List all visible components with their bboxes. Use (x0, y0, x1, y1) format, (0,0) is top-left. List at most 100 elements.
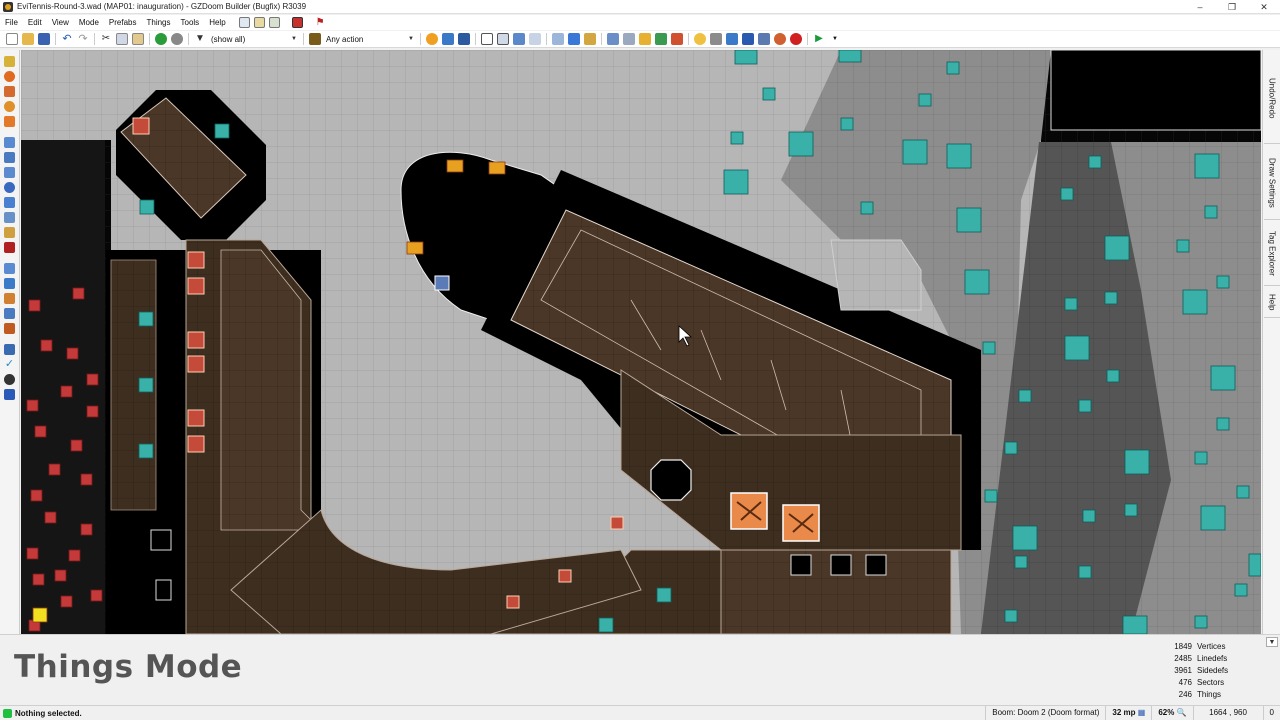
sky-icon[interactable] (742, 33, 754, 45)
thing-teal-big[interactable] (964, 269, 990, 295)
thing-teal-big[interactable] (1064, 335, 1090, 361)
map-viewport[interactable] (21, 50, 1261, 634)
undo-icon[interactable]: ↶ (61, 33, 73, 45)
thing-teal[interactable] (138, 377, 154, 393)
thing-item[interactable] (488, 161, 506, 175)
insert-thing-icon[interactable] (155, 33, 167, 45)
thing-red[interactable] (187, 331, 205, 349)
things-filter-select[interactable]: (show all) ▼ (208, 33, 300, 46)
thing-red[interactable] (70, 439, 83, 452)
thing-teal[interactable] (1060, 187, 1074, 201)
auto-merge-icon[interactable] (529, 33, 541, 45)
zoom-level[interactable]: 62% 🔍 (1151, 706, 1192, 720)
thing-teal[interactable] (1216, 417, 1230, 431)
thing-teal-big[interactable] (956, 207, 982, 233)
slope-icon[interactable] (4, 323, 15, 334)
thing-teal-big[interactable] (1194, 153, 1220, 179)
tab-help[interactable]: Help (1264, 288, 1280, 318)
black-sector[interactable] (1050, 50, 1261, 131)
tab-draw-settings[interactable]: Draw Settings (1264, 146, 1280, 220)
collapse-panel-button[interactable]: ▼ (1266, 637, 1278, 647)
thing-tool-icon[interactable] (4, 182, 15, 193)
thing-teal-big[interactable] (1200, 505, 1226, 531)
bridge-icon[interactable] (4, 212, 15, 223)
linedefs-mode-icon[interactable] (623, 33, 635, 45)
stop-icon[interactable] (790, 33, 802, 45)
thing-item[interactable] (446, 159, 464, 173)
thing-teal-big[interactable] (902, 139, 928, 165)
draw-curve-icon[interactable] (4, 71, 15, 82)
action-filter-select[interactable]: Any action ▼ (323, 33, 417, 46)
thing-teal-big[interactable] (1012, 525, 1038, 551)
rotate-icon[interactable] (4, 278, 15, 289)
sector-tool-icon[interactable] (4, 167, 15, 178)
thing-player-start[interactable] (32, 607, 48, 623)
thing-teal[interactable] (1204, 205, 1218, 219)
align-icon[interactable] (4, 293, 15, 304)
thing-red[interactable] (40, 339, 53, 352)
game-config-label[interactable]: Boom: Doom 2 (Doom format) (985, 706, 1105, 720)
tab-undo-redo[interactable]: Undo/Redo (1264, 54, 1280, 144)
thing-teal[interactable] (860, 201, 874, 215)
copy-icon[interactable] (116, 33, 128, 45)
thing-teal[interactable] (1014, 555, 1028, 569)
thing-teal[interactable] (1078, 399, 1092, 413)
sectors-mode-icon[interactable] (639, 33, 651, 45)
thing-teal[interactable] (139, 199, 155, 215)
map-canvas[interactable] (21, 50, 1261, 634)
thing-red[interactable] (506, 595, 520, 609)
thing-teal[interactable] (1194, 451, 1208, 465)
thing-red[interactable] (68, 549, 81, 562)
thing-red[interactable] (66, 347, 79, 360)
new-map-icon[interactable] (6, 33, 18, 45)
info-icon[interactable] (758, 33, 770, 45)
thing-teal[interactable] (1004, 441, 1018, 455)
models-icon[interactable] (710, 33, 722, 45)
thing-item[interactable] (406, 241, 424, 255)
visual-mode-icon[interactable] (671, 33, 683, 45)
thing-red[interactable] (54, 569, 67, 582)
thing-red[interactable] (187, 435, 205, 453)
thing-red[interactable] (86, 373, 99, 386)
thing-teal[interactable] (214, 123, 230, 139)
delete-thing-icon[interactable] (171, 33, 183, 45)
grid-setup-icon[interactable] (497, 33, 509, 45)
thing-red[interactable] (72, 287, 85, 300)
record-icon[interactable] (291, 17, 303, 28)
thing-red[interactable] (32, 573, 45, 586)
thing-teal[interactable] (1176, 239, 1190, 253)
thing-teal[interactable] (1064, 297, 1078, 311)
vertex-tool-icon[interactable] (4, 137, 15, 148)
thing-blue[interactable] (434, 275, 450, 291)
thing-teal-big[interactable] (788, 131, 814, 157)
thing-red[interactable] (34, 425, 47, 438)
thing-teal[interactable] (1234, 583, 1248, 597)
menu-edit[interactable]: Edit (23, 15, 47, 30)
rectangle-icon[interactable] (481, 33, 493, 45)
thing-red[interactable] (60, 385, 73, 398)
thing-teal[interactable] (946, 61, 960, 75)
flip-icon[interactable] (4, 263, 15, 274)
play-icon[interactable]: ▶ (813, 33, 825, 45)
thing-red[interactable] (60, 595, 73, 608)
draw-lines-icon[interactable] (4, 56, 15, 67)
grid-size[interactable]: 32 mp ▦ (1105, 706, 1151, 720)
draw-ellipse-icon[interactable] (4, 101, 15, 112)
thing-teal[interactable] (598, 617, 614, 633)
open-map-icon[interactable] (22, 33, 34, 45)
thing-teal[interactable] (982, 341, 996, 355)
view-floors-icon[interactable] (584, 33, 596, 45)
brightness-icon[interactable] (426, 33, 438, 45)
thing-red[interactable] (26, 399, 39, 412)
thing-teal[interactable] (1018, 389, 1032, 403)
redo-icon[interactable]: ↷ (77, 33, 89, 45)
menu-things[interactable]: Things (141, 15, 175, 30)
thing-red[interactable] (187, 251, 205, 269)
save-map-icon[interactable] (38, 33, 50, 45)
thing-teal[interactable] (984, 489, 998, 503)
thing-red[interactable] (80, 473, 93, 486)
thing-red[interactable] (610, 516, 624, 530)
find-icon[interactable] (4, 344, 15, 355)
menu-file[interactable]: File (0, 15, 23, 30)
thing-teal[interactable] (730, 131, 744, 145)
